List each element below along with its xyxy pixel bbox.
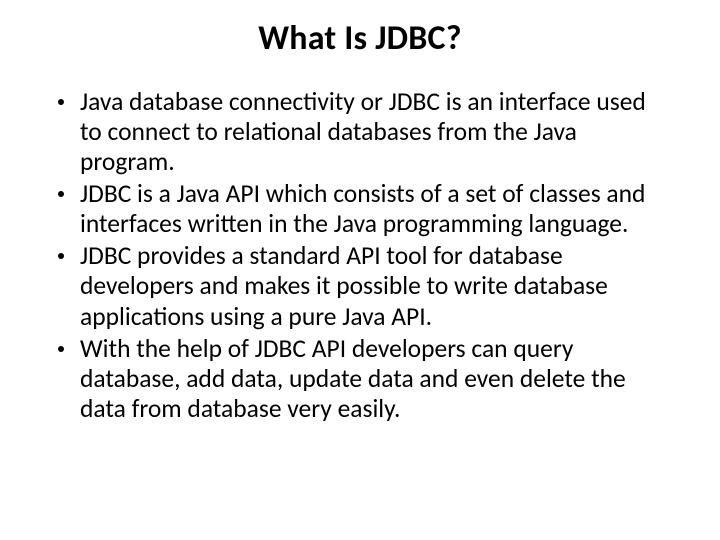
bullet-icon bbox=[58, 346, 64, 352]
bullet-icon bbox=[58, 99, 64, 105]
bullet-text: JDBC is a Java API which consists of a s… bbox=[80, 179, 672, 239]
list-item: JDBC provides a standard API tool for da… bbox=[48, 241, 672, 331]
slide-title: What Is JDBC? bbox=[48, 18, 672, 59]
list-item: JDBC is a Java API which consists of a s… bbox=[48, 179, 672, 239]
list-item: Java database connectivity or JDBC is an… bbox=[48, 87, 672, 177]
list-item: With the help of JDBC API developers can… bbox=[48, 334, 672, 424]
bullet-text: Java database connectivity or JDBC is an… bbox=[80, 87, 672, 177]
bullet-list: Java database connectivity or JDBC is an… bbox=[48, 87, 672, 424]
bullet-text: JDBC provides a standard API tool for da… bbox=[80, 241, 672, 331]
bullet-icon bbox=[58, 253, 64, 259]
bullet-icon bbox=[58, 191, 64, 197]
bullet-text: With the help of JDBC API developers can… bbox=[80, 334, 672, 424]
